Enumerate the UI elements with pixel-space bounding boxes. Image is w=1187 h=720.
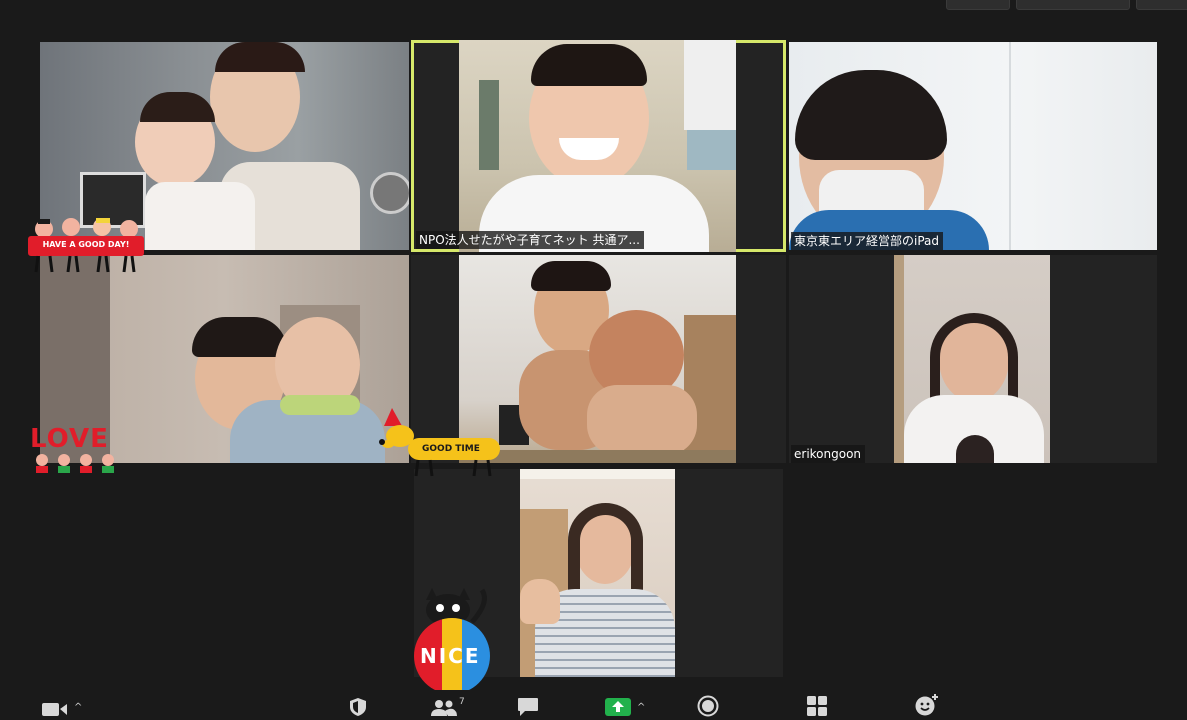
good-time-dog-sticker: GOOD TIME	[378, 406, 504, 478]
share-screen-icon	[605, 698, 631, 716]
layout-button[interactable]	[1016, 0, 1130, 10]
video-tile[interactable]: 東京東エリア経営部のiPad	[789, 42, 1157, 250]
participant-video	[894, 255, 1050, 463]
participants-icon	[431, 700, 457, 716]
participant-name: NPO法人せたがや子育てネット 共通ア...	[416, 231, 644, 249]
reactions-button[interactable]	[914, 693, 940, 717]
participant-video	[789, 42, 1157, 250]
breakout-rooms-button[interactable]	[806, 695, 828, 717]
chevron-up-icon[interactable]: ^	[637, 702, 645, 713]
record-button[interactable]	[697, 695, 719, 717]
sticker-text: NICE	[420, 644, 481, 668]
participants-count: 7	[459, 697, 465, 707]
chat-button[interactable]	[517, 697, 539, 717]
video-camera-icon	[42, 703, 67, 716]
fullscreen-button[interactable]	[1136, 0, 1187, 10]
have-a-good-day-sticker: HAVE A GOOD DAY!	[26, 214, 146, 274]
share-screen-button[interactable]: ^	[605, 697, 645, 717]
participant-video	[520, 469, 675, 677]
view-option-button[interactable]	[946, 0, 1010, 10]
nice-cat-sticker: NICE	[412, 582, 494, 694]
participant-name: 東京東エリア経営部のiPad	[791, 232, 944, 250]
love-sticker: LOVE	[28, 424, 120, 474]
video-tile[interactable]: erikongoon	[789, 255, 1157, 463]
security-shield-icon	[350, 698, 366, 716]
sticker-text: HAVE A GOOD DAY!	[42, 240, 130, 249]
video-button[interactable]: ^	[42, 701, 82, 717]
reactions-icon	[915, 694, 938, 716]
participant-name: erikongoon	[791, 445, 866, 463]
security-button[interactable]	[349, 697, 367, 717]
chat-icon	[518, 698, 538, 716]
participant-video	[459, 40, 736, 252]
record-icon	[697, 695, 719, 717]
meeting-toolbar: ^ 7 ^	[0, 690, 1187, 720]
sticker-text: GOOD TIME	[422, 444, 480, 454]
participants-button[interactable]: 7	[431, 697, 465, 717]
chevron-up-icon[interactable]: ^	[74, 702, 82, 713]
video-tile-active-speaker[interactable]: NPO法人せたがや子育てネット 共通ア...	[411, 40, 786, 252]
breakout-rooms-icon	[807, 696, 827, 716]
